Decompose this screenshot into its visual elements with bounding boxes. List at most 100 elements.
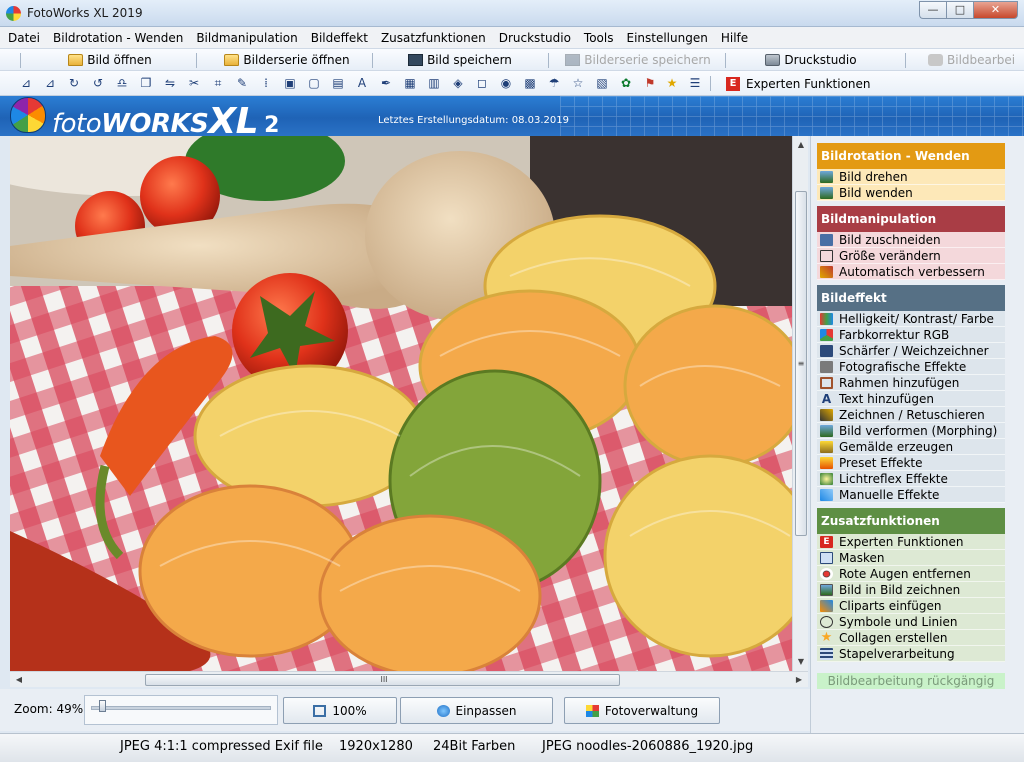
draw-icon[interactable]: ▦ (403, 76, 417, 90)
horizontal-scroll-thumb[interactable]: III (145, 674, 620, 686)
menu-druckstudio[interactable]: Druckstudio (499, 31, 571, 45)
scroll-up-arrow-icon[interactable]: ▲ (794, 138, 808, 152)
rotate-cw-icon[interactable]: ↻ (67, 76, 81, 90)
item-masks[interactable]: Masken (817, 550, 1005, 566)
item-rgb[interactable]: Farbkorrektur RGB (817, 327, 1005, 343)
text-icon[interactable]: ✒ (379, 76, 393, 90)
item-label: Schärfer / Weichzeichner (839, 343, 989, 358)
section-rotation-title[interactable]: Bildrotation - Wenden (817, 143, 1005, 169)
open-series-button[interactable]: Bilderserie öffnen (222, 51, 352, 69)
item-rotate-image[interactable]: Bild drehen (817, 169, 1005, 185)
brightness-icon[interactable]: ⁞ (259, 76, 273, 90)
item-preset[interactable]: Preset Effekte (817, 455, 1005, 471)
pen-icon[interactable]: ▥ (427, 76, 441, 90)
save-image-button[interactable]: Bild speichern (405, 51, 515, 69)
rgb-icon[interactable]: ▣ (283, 76, 297, 90)
item-red-eye[interactable]: Rote Augen entfernen (817, 566, 1005, 582)
toolbar-separator (725, 53, 726, 68)
mirror-icon[interactable]: ⇋ (163, 76, 177, 90)
menu-tools[interactable]: Tools (584, 31, 614, 45)
painting-icon[interactable]: ◻ (475, 76, 489, 90)
rotate-left-90-icon[interactable]: ⊿ (19, 76, 33, 90)
fit-button[interactable]: Einpassen (400, 697, 553, 724)
preset-icon[interactable]: ◉ (499, 76, 513, 90)
picture-in-picture-icon[interactable]: ▧ (595, 76, 609, 90)
close-button[interactable]: ✕ (973, 1, 1018, 19)
menu-hilfe[interactable]: Hilfe (721, 31, 748, 45)
scroll-left-arrow-icon[interactable]: ◀ (12, 673, 26, 687)
menu-zusatzfunktionen[interactable]: Zusatzfunktionen (381, 31, 486, 45)
photo-effect-icon[interactable]: ▤ (331, 76, 345, 90)
item-symbols-lines[interactable]: Symbole und Linien (817, 614, 1005, 630)
item-brightness[interactable]: Helligkeit/ Kontrast/ Farbe (817, 311, 1005, 327)
item-label: Zeichnen / Retuschieren (839, 407, 985, 422)
section-effect-title[interactable]: Bildeffekt (817, 285, 1005, 311)
rotate-right-90-icon[interactable]: ⊿ (43, 76, 57, 90)
zoom-knob[interactable] (99, 700, 107, 712)
item-manual-effects[interactable]: Manuelle Effekte (817, 487, 1005, 503)
menu-einstellungen[interactable]: Einstellungen (626, 31, 707, 45)
item-draw[interactable]: Zeichnen / Retuschieren (817, 407, 1005, 423)
menu-bildmanipulation[interactable]: Bildmanipulation (196, 31, 297, 45)
section-extras-title[interactable]: Zusatzfunktionen (817, 508, 1005, 534)
level-icon[interactable]: ♎ (115, 76, 129, 90)
zoom-slider[interactable] (84, 695, 278, 725)
magic-wand-icon[interactable]: ✎ (235, 76, 249, 90)
resize-icon[interactable]: ⌗ (211, 76, 225, 90)
mask-icon[interactable]: ☂ (547, 76, 561, 90)
flip-icon[interactable]: ❐ (139, 76, 153, 90)
zoom-track (91, 706, 271, 710)
item-auto-enhance[interactable]: Automatisch verbessern (817, 264, 1005, 280)
undo-button[interactable]: Bildbearbeitung rückgängig (817, 673, 1005, 689)
item-text[interactable]: A Text hinzufügen (817, 391, 1005, 407)
minimize-button[interactable]: — (919, 1, 946, 19)
open-image-button[interactable]: Bild öffnen (60, 51, 160, 69)
item-painting[interactable]: Gemälde erzeugen (817, 439, 1005, 455)
collage-star-icon[interactable]: ★ (665, 76, 679, 90)
image-canvas[interactable] (10, 136, 792, 671)
item-batch-processing[interactable]: Stapelverarbeitung (817, 646, 1005, 662)
vertical-scroll-thumb[interactable]: ≡ (795, 191, 807, 536)
item-cliparts[interactable]: Cliparts einfügen (817, 598, 1005, 614)
horizontal-scrollbar[interactable]: ◀ III ▶ (10, 671, 808, 687)
manual-effect-icon[interactable]: ▩ (523, 76, 537, 90)
item-picture-in-picture[interactable]: Bild in Bild zeichnen (817, 582, 1005, 598)
batch-icon[interactable]: ☰ (688, 76, 702, 90)
section-manipulation-title[interactable]: Bildmanipulation (817, 206, 1005, 232)
scroll-down-arrow-icon[interactable]: ▼ (794, 655, 808, 669)
photo-manager-button[interactable]: Fotoverwaltung (564, 697, 720, 724)
sharpen-icon[interactable]: ▢ (307, 76, 321, 90)
scroll-right-arrow-icon[interactable]: ▶ (792, 673, 806, 687)
maximize-button[interactable]: □ (946, 1, 973, 19)
item-resize[interactable]: Größe verändern (817, 248, 1005, 264)
status-dimensions: 1920x1280 (339, 739, 413, 754)
symbol-icon[interactable]: ⚑ (643, 76, 657, 90)
item-crop[interactable]: Bild zuschneiden (817, 232, 1005, 248)
section-manipulation: Bildmanipulation Bild zuschneiden Größe … (817, 206, 1005, 280)
item-flip-image[interactable]: Bild wenden (817, 185, 1005, 201)
edit-button[interactable]: Bildbearbei (928, 51, 1024, 69)
item-lens-flare[interactable]: Lichtreflex Effekte (817, 471, 1005, 487)
item-collages[interactable]: ★ Collagen erstellen (817, 630, 1005, 646)
item-photo-effects[interactable]: Fotografische Effekte (817, 359, 1005, 375)
item-sharpen[interactable]: Schärfer / Weichzeichner (817, 343, 1005, 359)
print-studio-button[interactable]: Druckstudio (765, 51, 857, 69)
frame-icon[interactable]: A (355, 76, 369, 90)
grip-icon: ≡ (797, 359, 805, 368)
menu-datei[interactable]: Datei (8, 31, 40, 45)
clipart-icon[interactable]: ✿ (619, 76, 633, 90)
vertical-scrollbar[interactable]: ▲ ≡ ▼ (792, 136, 808, 671)
full-size-button[interactable]: 100% (283, 697, 397, 724)
expert-functions-button[interactable]: E Experten Funktionen (726, 75, 871, 92)
scissors-icon[interactable]: ✂ (187, 76, 201, 90)
menu-bildeffekt[interactable]: Bildeffekt (311, 31, 368, 45)
item-morphing[interactable]: Bild verformen (Morphing) (817, 423, 1005, 439)
save-series-button[interactable]: Bilderserie speichern (563, 51, 713, 69)
item-frame[interactable]: Rahmen hinzufügen (817, 375, 1005, 391)
logo-xl: XL (208, 101, 259, 136)
menu-bildrotation[interactable]: Bildrotation - Wenden (53, 31, 183, 45)
morphing-icon[interactable]: ◈ (451, 76, 465, 90)
red-eye-icon[interactable]: ☆ (571, 76, 585, 90)
rotate-ccw-icon[interactable]: ↺ (91, 76, 105, 90)
item-expert-functions[interactable]: E Experten Funktionen (817, 534, 1005, 550)
